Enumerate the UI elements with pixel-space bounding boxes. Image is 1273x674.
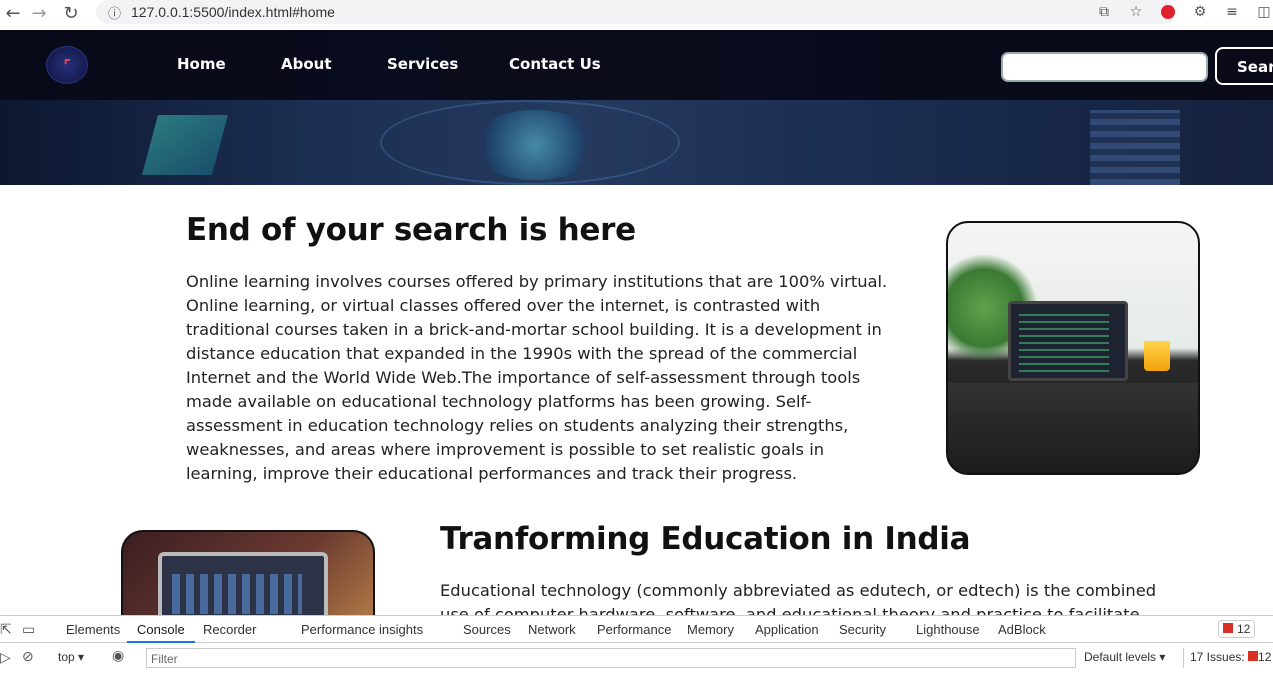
error-count-badge[interactable]: 12 [1218,620,1255,638]
hero-decoration [141,115,229,175]
browser-actions: ⧉ ☆ ⚙ ≡ ◫ [1095,2,1273,22]
error-count: 12 [1237,622,1251,636]
address-bar[interactable]: ⓘ 127.0.0.1:5500/index.html#home [96,0,1176,24]
site-logo[interactable]: ⌜ [46,46,88,84]
tab-sources[interactable]: Sources [463,622,511,637]
tab-memory[interactable]: Memory [687,622,734,637]
issues-count: 12 [1258,650,1272,664]
nav-link-contact[interactable]: Contact Us [509,55,601,73]
back-icon[interactable]: ← [0,0,26,26]
reading-list-icon[interactable]: ≡ [1223,3,1241,21]
nav-link-home[interactable]: Home [177,55,226,73]
hero-decoration [1090,110,1180,185]
eye-icon[interactable]: ◉ [112,647,124,664]
nav-link-about[interactable]: About [281,55,332,73]
error-icon [1223,623,1233,633]
section2-image [121,530,375,620]
image-detail [948,383,1198,473]
tab-network[interactable]: Network [528,622,576,637]
clear-console-icon[interactable]: ⊘ [22,648,34,665]
device-toggle-icon[interactable]: ▭ [22,621,35,638]
context-label: top [58,650,75,664]
sidebar-toggle-icon[interactable]: ▷ [0,649,11,666]
opera-icon[interactable] [1159,3,1177,21]
devtools-panel: ⇱ ▭ Elements Console Recorder Performanc… [0,615,1273,674]
hero-decoration [470,110,600,180]
forward-icon[interactable]: → [26,0,52,26]
error-icon [1248,651,1259,661]
share-icon[interactable]: ⧉ [1095,3,1113,21]
tab-performance-insights[interactable]: Performance insights [301,622,423,637]
log-levels-dropdown[interactable]: Default levels ▾ [1084,650,1165,664]
inspect-icon[interactable]: ⇱ [0,621,12,638]
hero-banner: ⌜ Home About Services Contact Us Search [0,30,1273,185]
reload-icon[interactable]: ↻ [58,0,84,26]
issues-counter[interactable]: 17 Issues: 12 [1183,648,1271,668]
chevron-down-icon: ▾ [78,650,85,664]
tab-application[interactable]: Application [755,622,819,637]
image-detail [158,552,328,620]
tab-elements[interactable]: Elements [66,622,120,637]
issues-label: 17 Issues: [1190,650,1245,664]
tab-lighthouse[interactable]: Lighthouse [916,622,980,637]
search-button[interactable]: Search [1215,47,1273,85]
image-detail [1144,341,1170,371]
info-icon[interactable]: ⓘ [108,3,121,22]
extensions-icon[interactable]: ⚙ [1191,3,1209,21]
search-input[interactable] [1001,52,1208,82]
chevron-down-icon: ▾ [1159,650,1166,664]
section2-title: Tranforming Education in India [440,521,971,557]
devtools-tabs: ⇱ ▭ Elements Console Recorder Performanc… [0,616,1273,643]
console-filter-input[interactable]: Filter [146,648,1076,668]
tab-security[interactable]: Security [839,622,886,637]
tab-adblock[interactable]: AdBlock [998,622,1046,637]
browser-toolbar: ← → ↻ ⓘ 127.0.0.1:5500/index.html#home ⧉… [0,0,1273,30]
star-icon[interactable]: ☆ [1127,3,1145,21]
context-selector[interactable]: top ▾ [58,650,84,664]
navbar: ⌜ Home About Services Contact Us Search [0,30,1273,100]
section1-title: End of your search is here [186,212,636,248]
nav-link-services[interactable]: Services [387,55,458,73]
console-toolbar: ▷ ⊘ top ▾ ◉ Filter Default levels ▾ 17 I… [0,644,1273,674]
section1-text: Online learning involves courses offered… [186,272,888,483]
image-detail [1008,301,1128,381]
tab-performance[interactable]: Performance [597,622,671,637]
tab-recorder[interactable]: Recorder [203,622,256,637]
section1-image [946,221,1200,475]
sidepanel-icon[interactable]: ◫ [1255,3,1273,21]
tab-console[interactable]: Console [127,622,195,643]
section2-text: Educational technology (commonly abbrevi… [440,581,1157,615]
url-text: 127.0.0.1:5500/index.html#home [131,4,335,20]
log-levels-label: Default levels [1084,650,1157,664]
